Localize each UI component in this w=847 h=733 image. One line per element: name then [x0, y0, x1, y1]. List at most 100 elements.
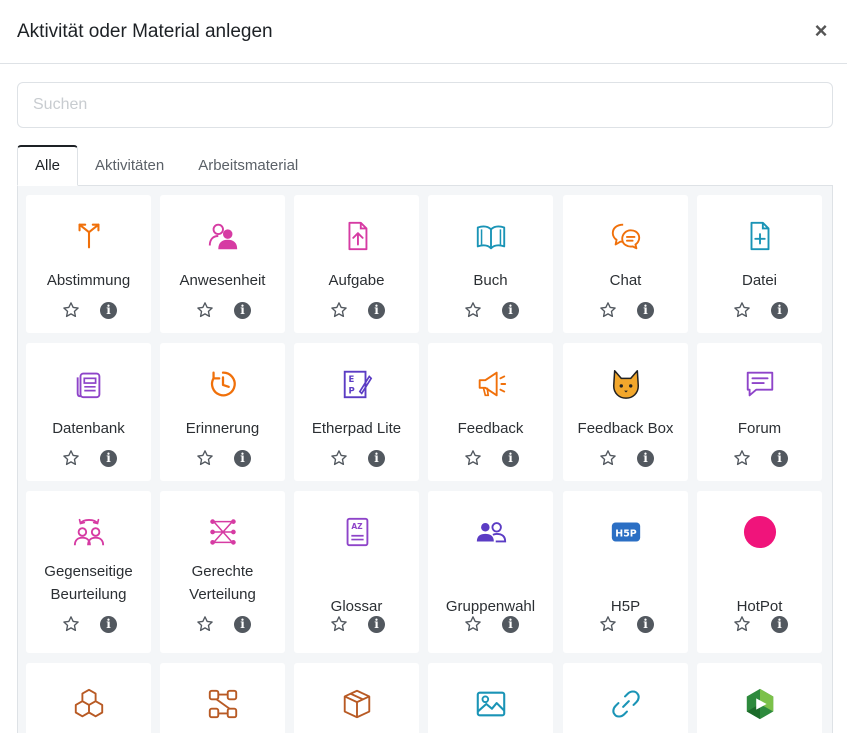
link-icon: [608, 686, 644, 722]
package-icon: [339, 686, 375, 722]
choice-icon: [71, 218, 107, 254]
info-icon[interactable]: i: [100, 450, 117, 467]
tab-arbeitsmaterial[interactable]: Arbeitsmaterial: [181, 145, 315, 186]
svg-text:H5P: H5P: [615, 529, 636, 540]
module-card-etherpad-lite[interactable]: E P Etherpad Lite i: [294, 343, 419, 481]
star-icon[interactable]: [196, 301, 214, 319]
info-icon[interactable]: i: [771, 450, 788, 467]
database-icon: [71, 366, 107, 402]
star-icon[interactable]: [599, 615, 617, 633]
distribution-icon: [205, 514, 241, 550]
module-label: Buch: [473, 272, 508, 289]
cubes-icon: [71, 686, 107, 722]
star-icon[interactable]: [330, 615, 348, 633]
dialog-header: Aktivität oder Material anlegen ×: [0, 0, 847, 64]
info-icon[interactable]: i: [637, 302, 654, 319]
book-icon: [473, 218, 509, 254]
info-icon[interactable]: i: [637, 616, 654, 633]
module-card-video-play[interactable]: [697, 663, 822, 733]
info-icon[interactable]: i: [234, 302, 251, 319]
info-icon[interactable]: i: [637, 450, 654, 467]
module-card-datei[interactable]: Datei i: [697, 195, 822, 333]
megaphone-icon: [473, 366, 509, 402]
module-card-anwesenheit[interactable]: Anwesenheit i: [160, 195, 285, 333]
star-icon[interactable]: [733, 449, 751, 467]
module-label: Etherpad Lite: [311, 420, 402, 437]
close-icon[interactable]: ×: [812, 20, 830, 42]
star-icon[interactable]: [196, 449, 214, 467]
star-icon[interactable]: [464, 449, 482, 467]
module-label: Gruppenwahl: [445, 598, 536, 615]
info-icon[interactable]: i: [502, 450, 519, 467]
cat-icon: [608, 366, 644, 402]
module-card-network[interactable]: [160, 663, 285, 733]
star-icon[interactable]: [464, 301, 482, 319]
module-label: Feedback Box: [577, 420, 674, 437]
star-icon[interactable]: [62, 449, 80, 467]
module-card-aufgabe[interactable]: Aufgabe i: [294, 195, 419, 333]
module-label: Anwesenheit: [179, 272, 266, 289]
group-choice-icon: [473, 514, 509, 550]
module-card-image[interactable]: [428, 663, 553, 733]
star-icon[interactable]: [733, 301, 751, 319]
info-icon[interactable]: i: [100, 616, 117, 633]
info-icon[interactable]: i: [234, 450, 251, 467]
module-label: Chat: [609, 272, 642, 289]
star-icon[interactable]: [196, 615, 214, 633]
module-card-erinnerung[interactable]: Erinnerung i: [160, 343, 285, 481]
info-icon[interactable]: i: [368, 616, 385, 633]
module-card-package[interactable]: [294, 663, 419, 733]
module-card-feedback[interactable]: Feedback i: [428, 343, 553, 481]
info-icon[interactable]: i: [771, 302, 788, 319]
info-icon[interactable]: i: [368, 450, 385, 467]
info-icon[interactable]: i: [368, 302, 385, 319]
hotpot-icon: [742, 514, 778, 550]
module-card-abstimmung[interactable]: Abstimmung i: [26, 195, 151, 333]
star-icon[interactable]: [733, 615, 751, 633]
h5p-icon: H5P: [608, 514, 644, 550]
info-icon[interactable]: i: [234, 616, 251, 633]
star-icon[interactable]: [464, 615, 482, 633]
module-card-forum[interactable]: Forum i: [697, 343, 822, 481]
star-icon[interactable]: [330, 301, 348, 319]
module-label: H5P: [610, 598, 641, 615]
star-icon[interactable]: [62, 615, 80, 633]
search-input[interactable]: [17, 82, 833, 128]
star-icon[interactable]: [62, 301, 80, 319]
module-label: Datenbank: [52, 420, 125, 437]
info-icon[interactable]: i: [502, 616, 519, 633]
module-card-link[interactable]: [563, 663, 688, 733]
module-card-gegenseitige-beurteilung[interactable]: Gegenseitige Beurteilung i: [26, 491, 151, 653]
star-icon[interactable]: [599, 301, 617, 319]
module-card-buch[interactable]: Buch i: [428, 195, 553, 333]
info-icon[interactable]: i: [771, 616, 788, 633]
star-icon[interactable]: [599, 449, 617, 467]
module-card-datenbank[interactable]: Datenbank i: [26, 343, 151, 481]
star-icon[interactable]: [330, 449, 348, 467]
glossary-icon: AZ: [339, 514, 375, 550]
module-card-cubes[interactable]: [26, 663, 151, 733]
module-card-hotpot[interactable]: HotPot i: [697, 491, 822, 653]
module-card-h5p[interactable]: H5P H5P i: [563, 491, 688, 653]
image-icon: [473, 686, 509, 722]
tab-aktivitaeten[interactable]: Aktivitäten: [78, 145, 181, 186]
forum-icon: [742, 366, 778, 402]
module-card-gruppenwahl[interactable]: Gruppenwahl i: [428, 491, 553, 653]
peer-review-icon: [71, 514, 107, 550]
module-card-glossar[interactable]: AZ Glossar i: [294, 491, 419, 653]
module-label-line: Beurteilung: [50, 586, 127, 603]
network-icon: [205, 686, 241, 722]
reminder-icon: [205, 366, 241, 402]
info-icon[interactable]: i: [100, 302, 117, 319]
module-label: Gerechte Verteilung: [160, 560, 285, 606]
tab-alle[interactable]: Alle: [17, 145, 79, 186]
info-icon[interactable]: i: [502, 302, 519, 319]
module-label: Gegenseitige Beurteilung: [26, 560, 151, 606]
module-label: Datei: [741, 272, 778, 289]
module-card-chat[interactable]: Chat i: [563, 195, 688, 333]
attendance-icon: [205, 218, 241, 254]
module-label: HotPot: [736, 598, 783, 615]
svg-text:AZ: AZ: [351, 522, 363, 531]
module-card-gerechte-verteilung[interactable]: Gerechte Verteilung i: [160, 491, 285, 653]
module-card-feedback-box[interactable]: Feedback Box i: [563, 343, 688, 481]
